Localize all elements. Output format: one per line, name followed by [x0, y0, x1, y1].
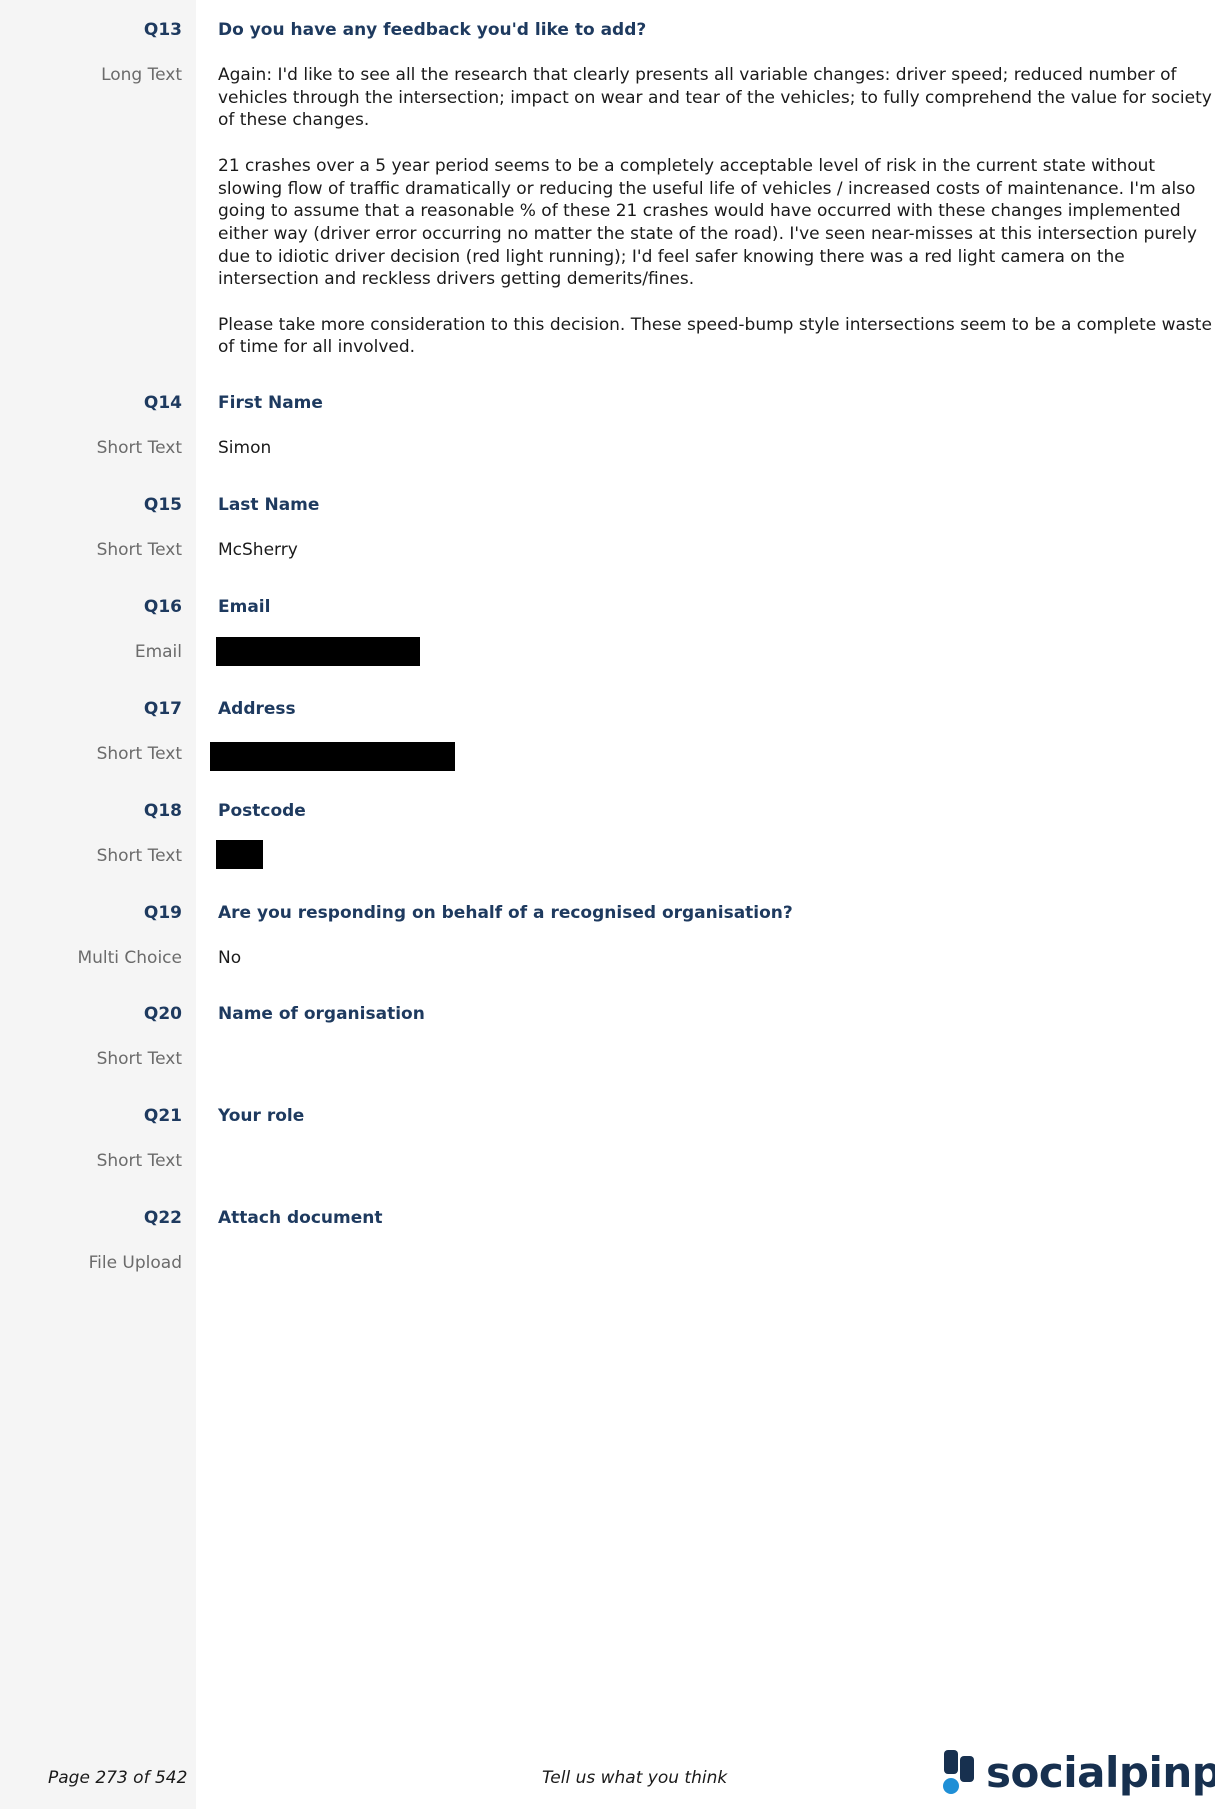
question-title: Address — [218, 699, 296, 719]
answer-paragraph: 21 crashes over a 5 year period seems to… — [218, 155, 1197, 290]
question-title: Email — [218, 597, 271, 617]
question-number: Q14 — [143, 393, 182, 413]
redacted-address — [210, 742, 455, 771]
question-number: Q21 — [143, 1106, 182, 1126]
question-type: Short Text — [96, 540, 182, 560]
question-type: Multi Choice — [77, 948, 182, 968]
answer-value: No — [218, 948, 242, 968]
question-number: Q22 — [143, 1208, 182, 1228]
question-number: Q15 — [143, 495, 182, 515]
question-title: Do you have any feedback you'd like to a… — [218, 20, 647, 40]
question-type: File Upload — [88, 1253, 182, 1273]
question-number: Q16 — [143, 597, 182, 617]
question-type: Short Text — [96, 1151, 182, 1171]
question-number: Q19 — [143, 903, 182, 923]
answer-value: Simon — [218, 438, 272, 458]
logo-mark-icon — [943, 1750, 974, 1794]
answer-paragraph: Again: I'd like to see all the research … — [218, 65, 1212, 131]
question-title: First Name — [218, 393, 323, 413]
footer-tagline: Tell us what you think — [542, 1768, 728, 1788]
question-type: Email — [134, 642, 182, 662]
socialpinpoint-logo: socialpinpoint — [942, 1748, 1215, 1796]
question-type: Long Text — [101, 65, 182, 85]
question-type: Short Text — [96, 438, 182, 458]
question-title: Last Name — [218, 495, 320, 515]
question-title: Your role — [218, 1106, 305, 1126]
redacted-email — [216, 637, 420, 666]
question-title: Attach document — [218, 1208, 383, 1228]
question-title: Are you responding on behalf of a recogn… — [218, 903, 793, 923]
question-title: Postcode — [218, 801, 306, 821]
question-type: Short Text — [96, 1049, 182, 1069]
answer-value: McSherry — [218, 540, 298, 560]
long-text-answer: Again: I'd like to see all the research … — [218, 64, 1213, 382]
question-number: Q20 — [143, 1004, 182, 1024]
question-title: Name of organisation — [218, 1004, 425, 1024]
question-type: Short Text — [96, 846, 182, 866]
page-number: Page 273 of 542 — [48, 1768, 188, 1788]
question-number: Q13 — [143, 20, 182, 40]
redacted-postcode — [216, 840, 263, 869]
question-number: Q18 — [143, 801, 182, 821]
logo-wordmark: socialpinpoint — [986, 1748, 1215, 1796]
question-number: Q17 — [143, 699, 182, 719]
question-type: Short Text — [96, 744, 182, 764]
answer-paragraph: Please take more consideration to this d… — [218, 314, 1212, 358]
